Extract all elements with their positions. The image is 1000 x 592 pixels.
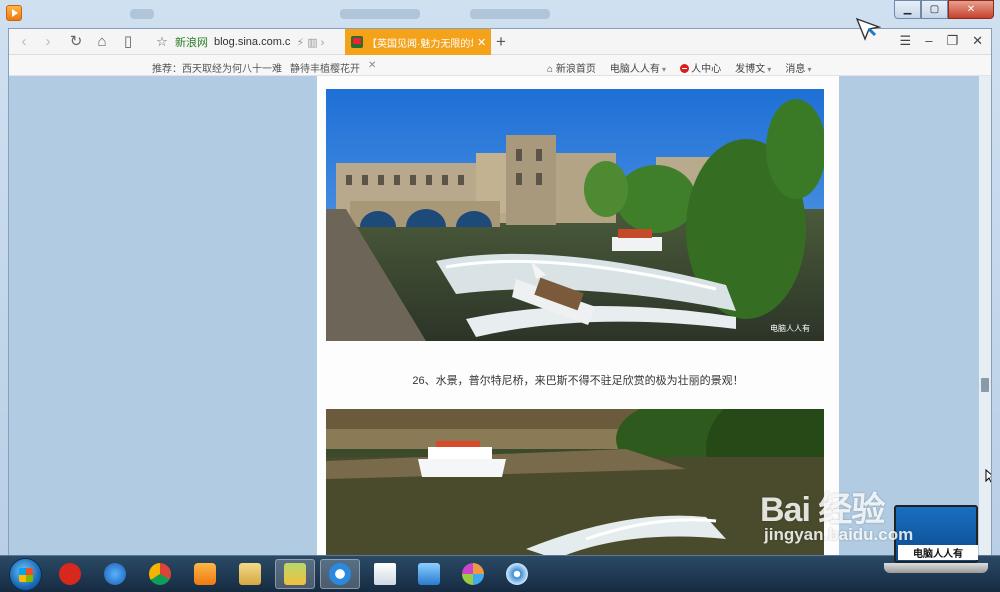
page-scrollbar[interactable] [979,76,991,556]
os-taskbar [0,555,1000,592]
recommend-bar: 推荐： 西天取经为何八十一难 静待丰植樱花开 ✕ [152,60,376,75]
favorite-star-icon[interactable]: ☆ [153,33,171,51]
browser-icon [329,563,351,585]
browser-window: ‹ › ↻ ⌂ ▯ ☆ 新浪网 blog.sina.com.c ⚡ ▥ › 【英… [8,17,992,556]
tab-bar: ‹ › ↻ ⌂ ▯ ☆ 新浪网 blog.sina.com.c ⚡ ▥ › 【英… [9,17,991,55]
taskbar-app-active[interactable] [275,559,315,589]
address-bar[interactable]: 新浪网 blog.sina.com.c ⚡ ▥ › [175,33,324,51]
folder-icon [284,563,306,585]
recommend-link[interactable]: 静待丰植樱花开 [290,60,360,75]
taskbar-app[interactable] [145,559,175,589]
menu-label: 人中心 [691,64,722,75]
blurred-title-block [470,9,550,19]
ie-icon [104,563,126,585]
app-general-icon [59,563,81,585]
menu-post-blog[interactable]: 发博文 [735,60,771,75]
cursor-arrow-icon [855,17,881,41]
os-minimize-button[interactable]: ▁ [894,0,921,19]
laptop-logo-text: 电脑人人有 [898,545,978,560]
photo-illustration [326,409,824,556]
remote-desktop-icon [418,563,440,585]
recommend-prefix: 推荐： [152,64,182,75]
menu-icon[interactable]: ☰ [900,33,912,49]
taskbar-app[interactable] [458,559,488,589]
menu-personal-center[interactable]: 人中心 [680,60,721,75]
chrome-icon [149,563,171,585]
menu-user-blog[interactable]: 电脑人人有 [610,60,666,75]
laptop-base [884,563,988,573]
taskbar-app[interactable] [235,559,265,589]
settings-app-icon [506,563,528,585]
photo-watermark: 电脑人人有 [770,323,810,333]
blog-toolbar: 推荐： 西天取经为何八十一难 静待丰植樱花开 ✕ ⌂ 新浪首页 电脑人人有 人中… [9,55,991,76]
photo-caption: 26、水景，普尔特尼桥，来巴斯不得不驻足欣赏的极为壮丽的景观！ [412,375,744,387]
taskbar-app[interactable] [370,559,400,589]
os-window-controls: ▁ ▢ ✕ [894,0,994,19]
os-titlebar: ▁ ▢ ✕ [0,0,1000,28]
back-icon[interactable]: ‹ [15,33,33,51]
address-url[interactable]: blog.sina.com.c [214,36,290,48]
minimize-button[interactable]: – [925,33,932,49]
refresh-icon[interactable]: ↻ [67,33,85,51]
taskbar-app[interactable] [190,559,220,589]
taskbar-app[interactable] [55,559,85,589]
menu-messages[interactable]: 消息 [785,60,811,75]
recommend-link[interactable]: 西天取经为何八十一难 [182,60,282,75]
os-maximize-button[interactable]: ▢ [921,0,948,19]
start-button[interactable] [9,558,42,591]
recommend-close-icon[interactable]: ✕ [368,60,376,75]
menu-sina-home[interactable]: ⌂ 新浪首页 [547,60,596,75]
blurred-title-block [340,9,420,19]
home-icon: ⌂ [547,64,556,75]
taskbar-app[interactable] [414,559,444,589]
reader-icon[interactable]: ▯ [119,33,137,51]
explorer-folder-icon [239,563,261,585]
address-site-label: 新浪网 [175,37,208,49]
article-photo-bridge[interactable]: 电脑人人有 [326,89,824,341]
tab-favicon-icon [351,36,363,48]
taskbar-app[interactable] [100,559,130,589]
article-photo-river[interactable] [326,409,824,556]
address-extra-icons[interactable]: ⚡ ▥ › [296,36,324,49]
taskbar-app[interactable] [502,559,532,589]
taskbar-browser-active[interactable] [320,559,360,589]
paint-icon [462,563,484,585]
browser-window-controls: ☰ – ❐ ✕ [900,33,983,49]
baidu-domain-text: jingyan.baidu.com [764,525,914,544]
blurred-title-block [130,9,154,19]
photo-illustration: 电脑人人有 [326,89,824,341]
os-close-button[interactable]: ✕ [948,0,994,19]
tab-close-icon[interactable]: ✕ [477,36,486,49]
scrollbar-thumb[interactable] [981,378,989,392]
document-icon [374,563,396,585]
baidu-logo-text: Bai 经验 [760,491,885,529]
app-icon[interactable] [6,5,22,21]
baidu-watermark: Bai 经验 jingyan.baidu.com [760,482,913,545]
player-icon [194,563,216,585]
home-icon[interactable]: ⌂ [93,33,111,51]
mouse-pointer-icon [985,469,991,483]
new-tab-button[interactable]: + [496,32,506,52]
forward-icon[interactable]: › [39,33,57,51]
menu-label: 新浪首页 [555,64,596,75]
tab-title: 【英国见闻·魅力无限的城市 [367,38,473,50]
blog-menu: ⌂ 新浪首页 电脑人人有 人中心 发博文 消息 [547,60,812,75]
close-button[interactable]: ✕ [972,33,983,49]
tab-active[interactable]: 【英国见闻·魅力无限的城市 ✕ [345,29,491,55]
red-dot-icon [680,64,690,73]
restore-button[interactable]: ❐ [946,33,958,49]
